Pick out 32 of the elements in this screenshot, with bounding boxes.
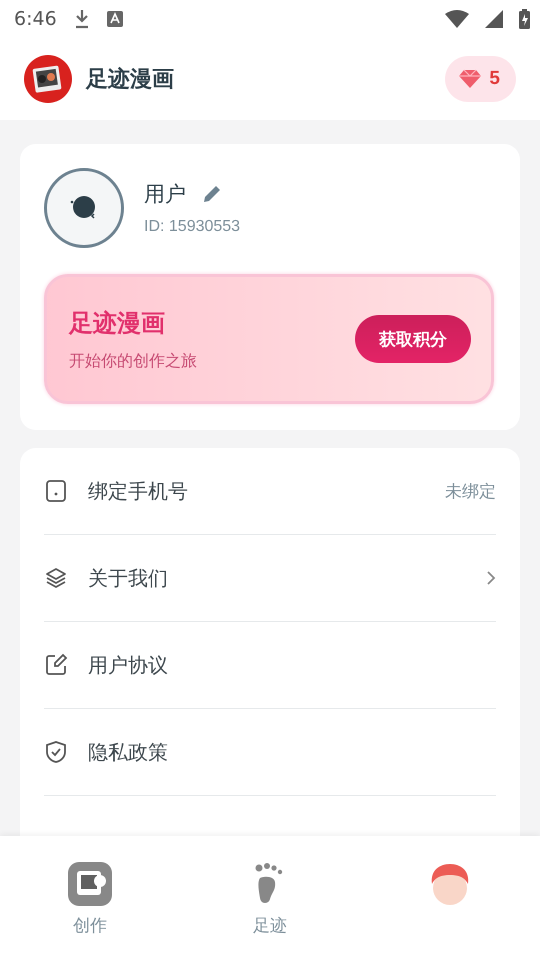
shield-icon <box>44 740 68 764</box>
menu-item[interactable]: 隐私政策 <box>44 709 496 796</box>
gem-icon <box>459 69 482 89</box>
app-title: 足迹漫画 <box>86 66 175 94</box>
keyboard-icon <box>106 11 123 27</box>
edit-icon <box>44 653 68 677</box>
layers-icon <box>44 566 68 590</box>
user-name: 用户 <box>144 181 186 208</box>
menu-item[interactable]: 绑定手机号 未绑定 <box>44 448 496 535</box>
tab-label: 创作 <box>73 915 107 937</box>
app-logo <box>24 55 72 103</box>
chevron-icon <box>486 570 496 586</box>
user-id: ID: 15930553 <box>144 218 240 236</box>
status-time: 6:46 <box>14 8 57 30</box>
edit-icon[interactable] <box>202 184 222 204</box>
menu-label: 隐私政策 <box>88 738 169 766</box>
menu-label: 绑定手机号 <box>88 478 189 504</box>
menu-item[interactable]: 用户协议 <box>44 622 496 709</box>
photo-frame-icon <box>68 862 112 906</box>
tab-label: 足迹 <box>253 915 287 937</box>
get-points-button[interactable]: 获取积分 <box>355 315 471 363</box>
menu-value: 未绑定 <box>445 480 496 502</box>
menu-label: 用户协议 <box>88 652 169 678</box>
menu-item[interactable]: 关于我们 <box>44 535 496 622</box>
signal-icon <box>485 10 503 28</box>
battery-icon <box>519 9 530 29</box>
wifi-icon <box>445 10 469 28</box>
phone-icon <box>44 479 68 503</box>
menu-label: 关于我们 <box>88 564 169 592</box>
promo-subtitle: 开始你的创作之旅 <box>69 350 197 372</box>
gem-badge[interactable]: 5 <box>445 56 516 102</box>
promo-title: 足迹漫画 <box>69 308 166 338</box>
